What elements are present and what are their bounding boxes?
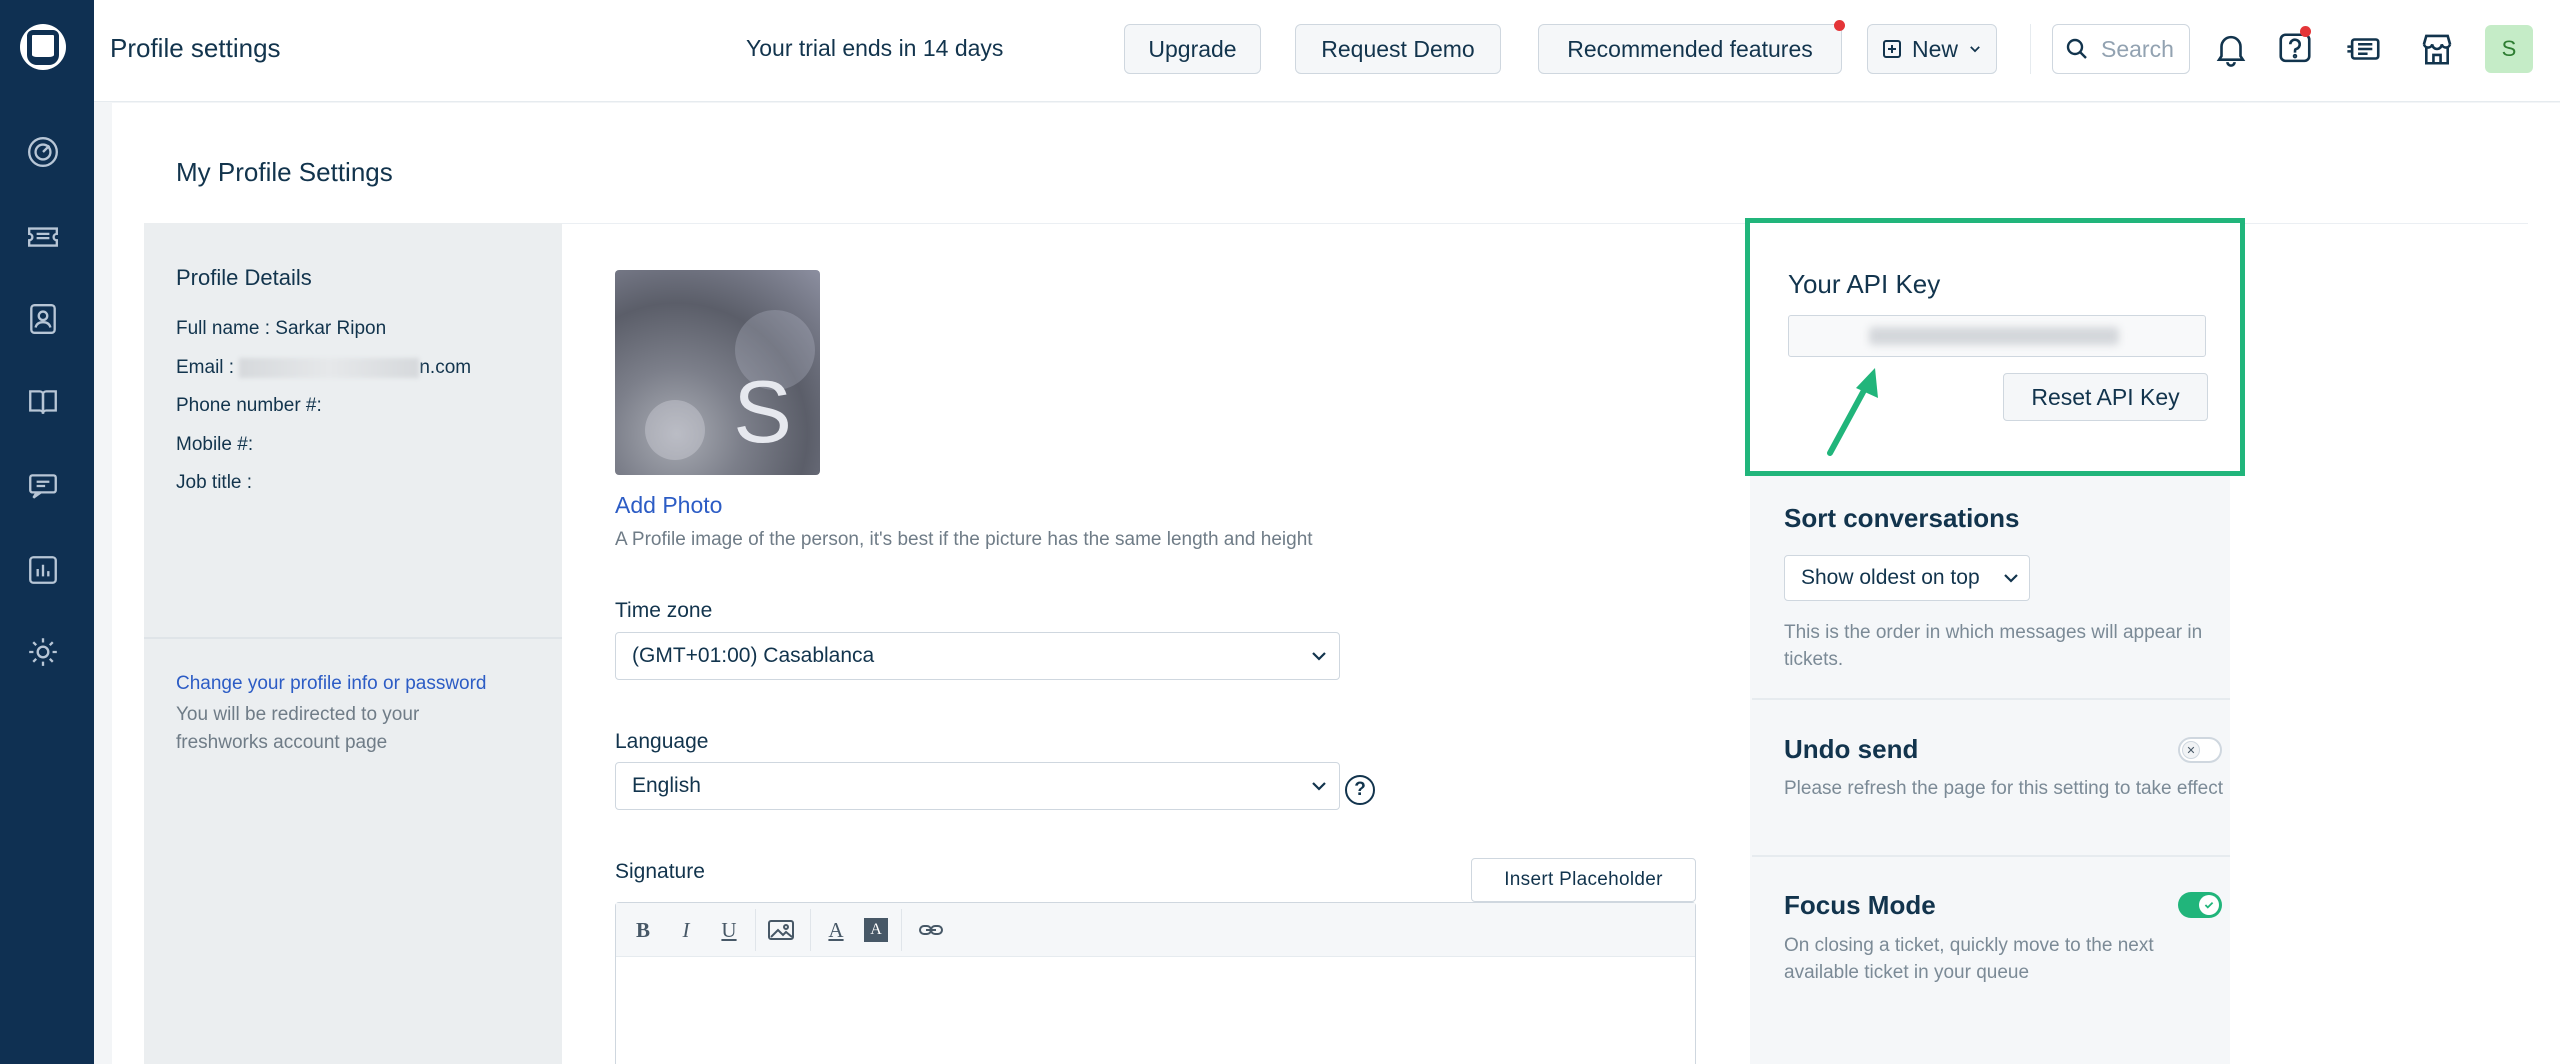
undo-send-toggle[interactable]: ✕ (2178, 737, 2222, 763)
marketplace-icon[interactable] (2416, 28, 2458, 70)
bell-icon[interactable] (2210, 28, 2252, 70)
sort-conversations-select[interactable]: Show oldest on top (1784, 555, 2030, 601)
chevron-down-icon (1309, 776, 1329, 796)
new-button-label: New (1912, 35, 1959, 62)
new-button[interactable]: New (1867, 24, 1997, 74)
language-value: English (632, 774, 701, 797)
email-suffix: n.com (419, 357, 472, 378)
search-input[interactable]: Search (2052, 24, 2190, 74)
mobile-row: Mobile #: (176, 434, 254, 455)
api-key-panel: Your API Key Reset API Key (1745, 218, 2245, 476)
user-avatar[interactable]: S (2485, 25, 2533, 73)
email-row: Email : n.com (176, 357, 471, 379)
sort-note: This is the order in which messages will… (1784, 622, 2203, 670)
recommended-features-button[interactable]: Recommended features (1538, 24, 1842, 74)
tickets-icon[interactable] (25, 218, 61, 254)
chevron-down-icon (2001, 568, 2021, 594)
toolbar-separator (810, 909, 811, 951)
profile-details-title: Profile Details (176, 265, 312, 290)
settings-divider (1752, 855, 2230, 857)
help-notification-dot (2300, 26, 2311, 37)
profile-details-panel: Profile Details Full name : Sarkar Ripon… (144, 223, 562, 1064)
font-color-button[interactable]: A (821, 915, 851, 945)
api-key-redacted (1869, 327, 2119, 345)
trial-notice: Your trial ends in 14 days (746, 35, 1004, 61)
upgrade-button[interactable]: Upgrade (1124, 24, 1261, 74)
insert-placeholder-button[interactable]: Insert Placeholder (1471, 858, 1696, 902)
pointer-arrow-icon (1820, 358, 1900, 458)
api-key-field[interactable] (1788, 315, 2206, 357)
search-icon (2066, 38, 2087, 59)
focus-mode-toggle[interactable] (2178, 892, 2222, 918)
solutions-icon[interactable] (25, 384, 61, 420)
page-title: Profile settings (110, 33, 281, 63)
editor-toolbar: B I U A A (616, 903, 1695, 957)
search-placeholder: Search (2101, 35, 2174, 62)
settings-divider (1752, 698, 2230, 700)
email-redacted (239, 357, 420, 378)
toggle-off-icon: ✕ (2182, 741, 2200, 759)
focus-mode-title: Focus Mode (1784, 890, 1936, 920)
photo-help-text: A Profile image of the person, it's best… (615, 529, 1313, 550)
underline-button[interactable]: U (714, 915, 744, 945)
notification-dot (1834, 20, 1845, 31)
reports-icon[interactable] (25, 552, 61, 588)
panel-divider (144, 637, 562, 639)
profile-photo[interactable]: S (615, 270, 820, 475)
timezone-value: (GMT+01:00) Casablanca (632, 644, 875, 667)
email-label: Email : (176, 357, 235, 378)
sort-value: Show oldest on top (1801, 566, 1980, 589)
bold-button[interactable]: B (628, 915, 658, 945)
admin-icon[interactable] (25, 634, 61, 670)
updates-icon[interactable] (2343, 28, 2385, 70)
api-key-title: Your API Key (1788, 269, 1941, 299)
italic-button[interactable]: I (671, 915, 701, 945)
add-photo-link[interactable]: Add Photo (615, 492, 722, 519)
check-icon (2199, 895, 2219, 915)
plus-square-icon (1883, 40, 1901, 58)
insert-image-icon[interactable] (766, 915, 796, 945)
undo-send-title: Undo send (1784, 734, 1919, 764)
timezone-label: Time zone (615, 599, 713, 622)
header-divider (2030, 24, 2031, 74)
change-profile-link[interactable]: Change your profile info or password (176, 673, 487, 695)
reset-api-key-button[interactable]: Reset API Key (2003, 373, 2208, 421)
dashboard-icon[interactable] (25, 134, 61, 170)
chevron-down-icon (1309, 646, 1329, 666)
background-color-button[interactable]: A (864, 918, 888, 942)
signature-editor[interactable]: B I U A A (615, 902, 1696, 1064)
section-title: My Profile Settings (176, 157, 393, 187)
focus-mode-note: On closing a ticket, quickly move to the… (1784, 935, 2154, 983)
signature-label: Signature (615, 860, 705, 883)
job-title-row: Job title : (176, 472, 253, 493)
request-demo-button[interactable]: Request Demo (1295, 24, 1501, 74)
language-label: Language (615, 730, 709, 753)
sidebar (0, 0, 94, 1064)
phone-row: Phone number #: (176, 395, 322, 416)
link-icon[interactable] (916, 915, 946, 945)
contacts-icon[interactable] (25, 301, 61, 337)
toolbar-separator (901, 909, 902, 951)
chevron-down-icon (1970, 46, 1980, 53)
full-name-row: Full name : Sarkar Ripon (176, 318, 386, 340)
freshdesk-logo-icon[interactable] (20, 24, 66, 70)
photo-initial: S (733, 362, 792, 461)
sort-conversations-title: Sort conversations (1784, 503, 2020, 533)
full-name-value: Sarkar Ripon (275, 318, 387, 339)
toolbar-separator (755, 909, 756, 951)
forums-icon[interactable] (25, 468, 61, 504)
undo-send-note: Please refresh the page for this setting… (1784, 778, 2224, 799)
redirect-note: You will be redirected to your freshwork… (176, 704, 420, 753)
full-name-label: Full name : (176, 318, 270, 339)
language-select[interactable]: English (615, 762, 1340, 810)
timezone-select[interactable]: (GMT+01:00) Casablanca (615, 632, 1340, 680)
question-help-icon[interactable]: ? (1345, 775, 1375, 805)
